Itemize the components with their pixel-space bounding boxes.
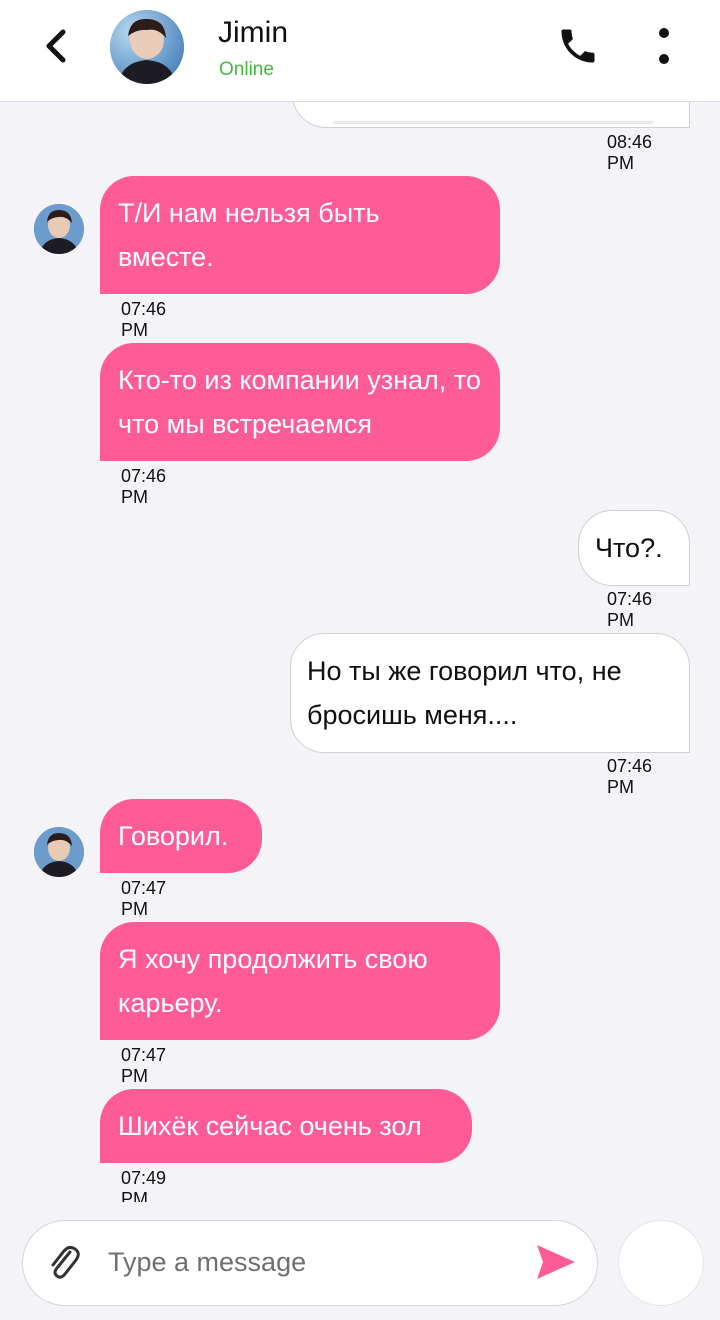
message-time: 07:49 PM [121, 1168, 167, 1202]
message-time: 07:46 PM [121, 466, 167, 507]
contact-status: Online [219, 59, 274, 80]
more-vertical-icon [659, 28, 669, 64]
message-bubble[interactable]: Т/И нам нельзя быть вместе. [100, 176, 500, 294]
message-list[interactable]: 08:46 PM Т/И нам нельзя быть вместе. 07:… [0, 102, 720, 1202]
chat-header: Jimin Online [0, 0, 720, 102]
message-time: 07:46 PM [121, 299, 167, 340]
message-time: 07:47 PM [121, 878, 167, 919]
message-bubble[interactable]: Я хочу продолжить свою карьеру. [100, 922, 500, 1040]
message-bubble[interactable] [292, 102, 690, 128]
paperclip-icon [51, 1245, 80, 1279]
more-options-button[interactable] [646, 24, 682, 68]
sender-avatar[interactable] [34, 204, 84, 254]
message-time: 08:46 PM [607, 132, 653, 173]
back-button[interactable] [36, 22, 76, 70]
composer-bar [0, 1202, 720, 1320]
send-icon [537, 1245, 575, 1279]
message-bubble[interactable]: Говорил. [100, 799, 262, 873]
message-bubble[interactable]: Что?. [578, 510, 690, 586]
message-input[interactable] [108, 1242, 518, 1282]
phone-icon [561, 29, 595, 63]
sender-avatar[interactable] [34, 827, 84, 877]
contact-name: Jimin [218, 16, 289, 49]
back-arrow-icon [46, 29, 66, 63]
message-bubble[interactable]: Кто-то из компании узнал, то что мы встр… [100, 343, 500, 461]
attach-button[interactable] [44, 1240, 84, 1284]
contact-avatar[interactable] [110, 10, 184, 84]
call-button[interactable] [556, 24, 600, 68]
message-time: 07:46 PM [607, 756, 653, 797]
message-time: 07:46 PM [607, 589, 653, 630]
message-bubble[interactable]: Шихёк сейчас очень зол [100, 1089, 472, 1163]
message-time: 07:47 PM [121, 1045, 167, 1086]
message-bubble[interactable]: Но ты же говорил что, не бросишь меня...… [290, 633, 690, 753]
action-button[interactable] [618, 1220, 704, 1306]
send-button[interactable] [534, 1242, 578, 1282]
